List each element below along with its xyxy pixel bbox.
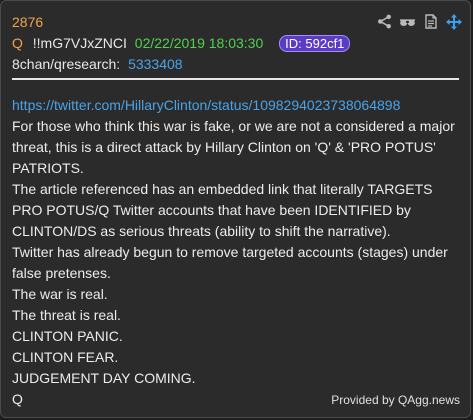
- thread-link[interactable]: 5333408: [128, 56, 183, 72]
- body-paragraph: The article referenced has an embedded l…: [12, 181, 433, 239]
- body-paragraph: The war is real.: [12, 286, 108, 302]
- poster-id-badge[interactable]: ID: 592cf1: [279, 35, 351, 52]
- post-number[interactable]: 2876: [12, 13, 43, 31]
- post-actions: [376, 13, 462, 30]
- move-icon[interactable]: [445, 13, 462, 30]
- post-date: 02/22/2019 18:03:30: [134, 35, 264, 51]
- post-card: 2876 Q !!mG7VJxZNCI 02/22/2019 18:03:30 …: [0, 0, 471, 418]
- document-icon[interactable]: [422, 13, 439, 30]
- body-paragraph: CLINTON FEAR.: [12, 349, 119, 365]
- board-label: 8chan/qresearch:: [12, 56, 121, 72]
- share-icon[interactable]: [376, 13, 393, 30]
- post-body: https://twitter.com/HillaryClinton/statu…: [12, 95, 462, 410]
- body-paragraph: JUDGEMENT DAY COMING.: [12, 370, 196, 386]
- author-name: Q: [12, 35, 23, 51]
- post-meta: Q !!mG7VJxZNCI 02/22/2019 18:03:30 ID: 5…: [12, 34, 351, 52]
- glasses-icon[interactable]: [399, 13, 416, 30]
- body-paragraph: For those who think this war is fake, or…: [12, 118, 455, 176]
- body-paragraph: The threat is real.: [12, 307, 121, 323]
- divider: [12, 78, 459, 80]
- tripcode: !!mG7VJxZNCI: [32, 35, 127, 51]
- tweet-link[interactable]: https://twitter.com/HillaryClinton/statu…: [12, 97, 400, 113]
- body-paragraph: Twitter has already begun to remove targ…: [12, 244, 448, 281]
- source-credit[interactable]: Provided by QAgg.news: [331, 393, 460, 407]
- board-reference: 8chan/qresearch: 5333408: [12, 55, 183, 73]
- body-paragraph: CLINTON PANIC.: [12, 328, 123, 344]
